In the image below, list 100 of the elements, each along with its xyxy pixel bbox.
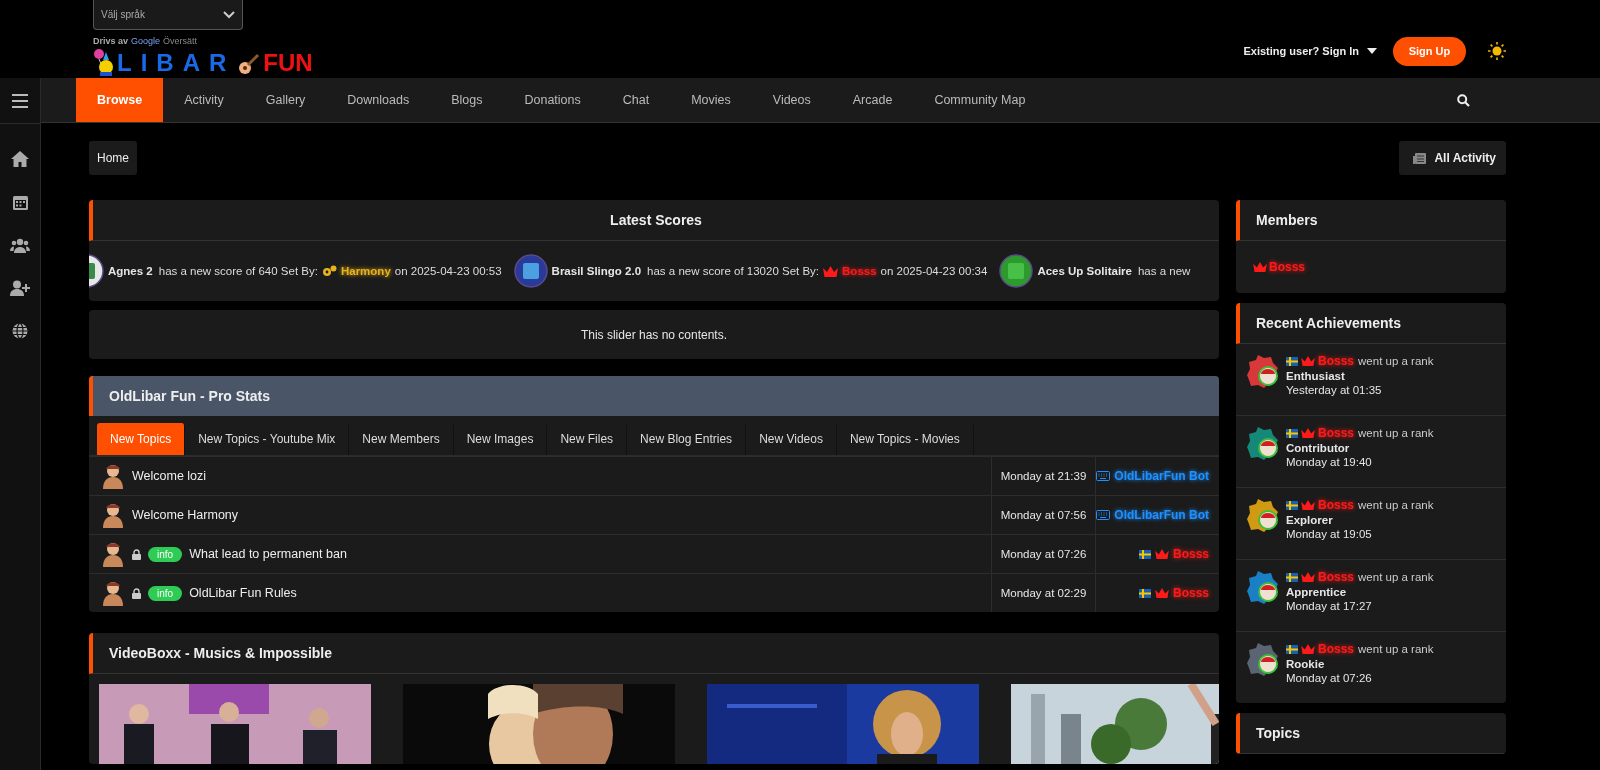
- calendar-icon[interactable]: [12, 194, 28, 210]
- stats-tab[interactable]: New Files: [547, 423, 628, 455]
- panel-title: OldLibar Fun - Pro Stats: [89, 376, 1219, 416]
- topic-link[interactable]: Welcome Harmony: [132, 508, 239, 522]
- empty-message: This slider has no contents.: [580, 327, 728, 342]
- stats-tab[interactable]: New Videos: [746, 423, 837, 455]
- nav-tab[interactable]: Videos: [751, 78, 832, 122]
- crown-icon: [1301, 356, 1315, 366]
- achievement-text: went up a rank: [1358, 643, 1434, 655]
- add-user-icon[interactable]: [10, 280, 30, 296]
- rank-badge-icon: [1246, 642, 1280, 676]
- panel-title: Latest Scores: [89, 200, 1219, 241]
- crown-icon: [1253, 262, 1267, 272]
- score-date: on 2025-04-23 00:53: [394, 265, 502, 277]
- game-link[interactable]: Aces Up Solitaire: [1037, 265, 1132, 277]
- rank-name: Apprentice: [1286, 586, 1348, 598]
- flag-icon: [1286, 572, 1298, 582]
- panel-title: VideoBoxx - Musics & Impossible: [89, 633, 1219, 674]
- info-tag: info: [148, 546, 183, 562]
- username-link[interactable]: Bosss: [1318, 354, 1355, 368]
- breadcrumb-link[interactable]: Home: [89, 141, 137, 175]
- language-select[interactable]: Välj språk: [93, 0, 243, 30]
- crown-icon: [823, 265, 839, 277]
- achievement-text: went up a rank: [1358, 499, 1434, 511]
- achievement-time: Monday at 19:40: [1286, 456, 1373, 468]
- sun-icon[interactable]: [1488, 42, 1506, 60]
- rank-badge-icon: [1246, 498, 1280, 532]
- author-link[interactable]: Bosss: [1172, 586, 1209, 600]
- topic-time: Monday at 07:26: [991, 535, 1095, 573]
- topic-link[interactable]: Welcome lozi: [132, 469, 207, 483]
- nav-tab[interactable]: Gallery: [244, 78, 327, 122]
- globe-icon[interactable]: [12, 323, 28, 339]
- username-link[interactable]: Bosss: [1318, 570, 1355, 584]
- username-link[interactable]: Bosss: [1318, 426, 1355, 440]
- nav-tab[interactable]: Downloads: [326, 78, 431, 122]
- crown-icon: [1301, 644, 1315, 654]
- gears-icon: [321, 265, 337, 277]
- game-link[interactable]: Agnes 2: [108, 265, 153, 277]
- flag-icon: [1138, 588, 1151, 598]
- rank-name: Explorer: [1286, 514, 1334, 526]
- stats-tab[interactable]: New Members: [349, 423, 454, 455]
- newspaper-icon: [1413, 152, 1427, 164]
- crown-icon: [1154, 549, 1169, 559]
- achievement-text: went up a rank: [1358, 355, 1434, 367]
- crown-icon: [1154, 588, 1169, 598]
- stats-tab[interactable]: New Images: [453, 423, 548, 455]
- chevron-icon: [223, 10, 235, 19]
- rank-name: Enthusiast: [1286, 370, 1346, 382]
- keyboard-icon: [1096, 471, 1111, 481]
- username-link[interactable]: Harmony: [340, 265, 391, 277]
- nav-tab[interactable]: Activity: [163, 78, 245, 122]
- panel-title: Recent Achievements: [1236, 303, 1506, 344]
- username-link[interactable]: Bosss: [1318, 642, 1355, 656]
- member-link[interactable]: Bosss: [1269, 260, 1306, 274]
- nav-tab[interactable]: Blogs: [430, 78, 504, 122]
- rank-badge-icon: [1246, 426, 1280, 460]
- nav-tab[interactable]: Chat: [601, 78, 671, 122]
- topic-time: Monday at 02:29: [991, 574, 1095, 612]
- logo-text[interactable]: LIBAR: [117, 50, 236, 76]
- users-icon[interactable]: [10, 237, 30, 253]
- achievement-time: Monday at 07:26: [1286, 672, 1373, 684]
- rank-badge-icon: [1246, 354, 1280, 388]
- score-text: has a new score of 640 Set By:: [158, 265, 318, 277]
- flag-icon: [1286, 644, 1298, 654]
- search-icon[interactable]: [1457, 93, 1470, 107]
- nav-tab[interactable]: Movies: [670, 78, 752, 122]
- username-link[interactable]: Bosss: [842, 265, 877, 277]
- nav-tab[interactable]: Donations: [503, 78, 602, 122]
- home-icon[interactable]: [11, 151, 29, 167]
- stats-tab[interactable]: New Topics - Youtube Mix: [185, 423, 350, 455]
- keyboard-icon: [1096, 510, 1111, 520]
- stats-tab[interactable]: New Topics - Movies: [836, 423, 974, 455]
- achievement-time: Monday at 19:05: [1286, 528, 1373, 540]
- score-text: has a new score of 13020 Set By:: [647, 265, 820, 277]
- nav-tab[interactable]: Arcade: [831, 78, 914, 122]
- avatar-icon: [101, 502, 125, 528]
- author-link[interactable]: OldLibarFun Bot: [1114, 508, 1209, 522]
- google-link[interactable]: Google: [131, 36, 161, 46]
- translate-link[interactable]: Översätt: [163, 36, 198, 46]
- translate-credit: Drivs av: [93, 36, 129, 46]
- crown-icon: [1301, 428, 1315, 438]
- logo-text[interactable]: FUN: [263, 50, 313, 76]
- username-link[interactable]: Bosss: [1318, 498, 1355, 512]
- stats-tab[interactable]: New Blog Entries: [627, 423, 747, 455]
- author-link[interactable]: OldLibarFun Bot: [1114, 469, 1209, 483]
- achievement-time: Yesterday at 01:35: [1286, 384, 1383, 396]
- crown-icon: [1301, 572, 1315, 582]
- topic-link[interactable]: OldLibar Fun Rules: [189, 586, 297, 600]
- game-icon[interactable]: [999, 254, 1034, 288]
- all-activity-button[interactable]: All Activity: [1399, 141, 1506, 175]
- author-link[interactable]: Bosss: [1172, 547, 1209, 561]
- nav-tab[interactable]: Community Map: [913, 78, 1047, 122]
- score-date: on 2025-04-23 00:34: [880, 265, 988, 277]
- game-icon[interactable]: [513, 254, 548, 288]
- sign-in-link[interactable]: Existing user? Sign In: [1243, 45, 1359, 57]
- game-link[interactable]: Brasil Slingo 2.0: [551, 265, 642, 277]
- topic-link[interactable]: What lead to permanent ban: [189, 547, 347, 561]
- rank-badge-icon: [1246, 570, 1280, 604]
- caret-icon: [1367, 48, 1377, 54]
- menu-icon[interactable]: [12, 93, 28, 108]
